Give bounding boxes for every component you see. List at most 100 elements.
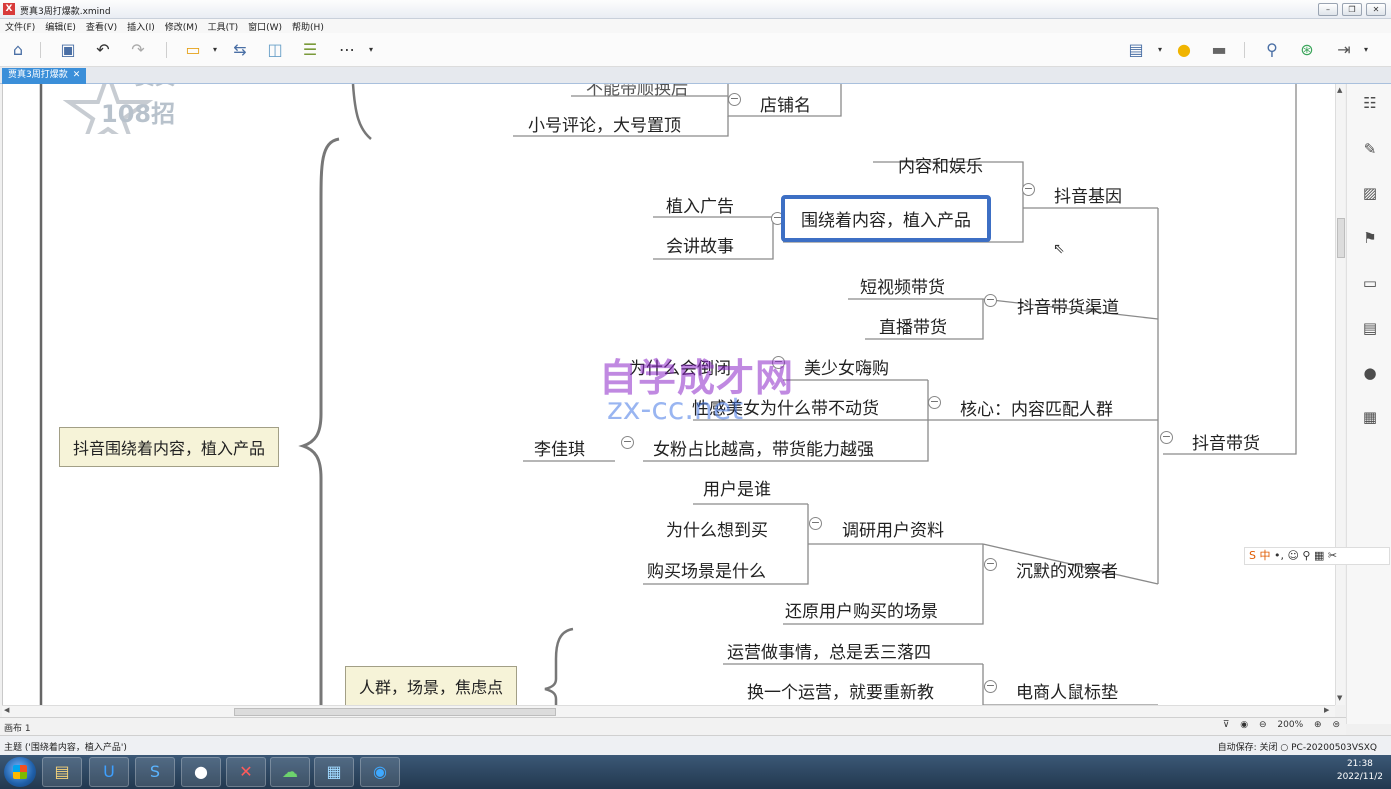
close-button[interactable]: ✕ [1366,3,1386,16]
scroll-right-icon[interactable]: ▶ [1324,706,1329,714]
close-tab-icon[interactable]: ✕ [73,70,81,80]
presentation-dropdown-icon[interactable]: ▾ [1150,40,1170,60]
start-button[interactable] [4,757,36,787]
share-icon[interactable]: ⊛ [1297,40,1317,60]
eye-icon[interactable]: ◉ [1240,720,1248,730]
topic-li-jiaqi[interactable]: 李佳琪 [534,435,585,460]
topic-main-box[interactable]: 抖音围绕着内容，植入产品 [59,427,280,467]
collapse-icon[interactable]: − [728,93,741,106]
topic-douyin-gene[interactable]: 抖音基因 [1054,182,1122,207]
scroll-up-icon[interactable]: ▲ [1337,86,1342,94]
undo-icon[interactable]: ↶ [93,40,113,60]
collapse-icon[interactable]: − [984,680,997,693]
vertical-scroll-thumb[interactable] [1337,218,1345,258]
topic-shop-name[interactable]: 店铺名 [760,91,811,116]
menu-modify[interactable]: 修改(M) [160,19,203,34]
topic-dropdown-icon[interactable]: ▾ [205,40,225,60]
mindmap-canvas[interactable]: 贾真 108招 不能带顺换后 − 店铺名 小号评论，大号置顶 内容和娱乐 − 抖… [2,84,1335,705]
wechat-taskbar-icon[interactable]: ☁ [270,757,310,787]
menu-file[interactable]: 文件(F) [0,19,40,34]
topic-implant-ad[interactable]: 植入广告 [666,192,734,217]
topic-selected[interactable]: 围绕着内容，植入产品 [781,195,991,242]
menu-insert[interactable]: 插入(I) [122,19,160,34]
topic-douyin-sales[interactable]: 抖音带货 [1192,429,1260,454]
zoom-out-icon[interactable]: ⊖ [1259,720,1267,730]
horizontal-scroll-thumb[interactable] [234,708,556,716]
format-brush-icon[interactable]: ✎ [1361,140,1379,158]
topic-scene[interactable]: 购买场景是什么 [647,557,766,582]
topic-cut-top[interactable]: 不能带顺换后 [586,84,688,99]
task-app-taskbar-icon[interactable]: ◉ [360,757,400,787]
topic-change-ops[interactable]: 换一个运营，就要重新教 [747,678,934,703]
more-icon[interactable]: ⋯ [337,40,357,60]
ime-tools-icon[interactable]: •, ☺ ⚲ ▦ ✂ [1274,549,1337,562]
idea-icon[interactable]: ● [1174,40,1194,60]
export-dropdown-icon[interactable]: ▾ [1356,40,1376,60]
collapse-icon[interactable]: − [621,436,634,449]
menu-tools[interactable]: 工具(T) [203,19,244,34]
image-icon[interactable]: ▨ [1361,184,1379,202]
scroll-down-icon[interactable]: ▼ [1337,694,1342,702]
topic-small-comment[interactable]: 小号评论，大号置顶 [528,111,681,136]
boundary-icon[interactable]: ◫ [265,40,285,60]
filter-icon[interactable]: ⊽ [1223,720,1230,730]
topic-channels[interactable]: 抖音带货渠道 [1017,293,1119,318]
menu-window[interactable]: 窗口(W) [243,19,287,34]
vertical-scrollbar[interactable]: ▲ ▼ [1335,84,1345,705]
topic-observer[interactable]: 沉默的观察者 [1016,557,1118,582]
marker-flag-icon[interactable]: ⚑ [1361,229,1379,247]
collapse-icon[interactable]: − [1022,183,1035,196]
notepad-taskbar-icon[interactable]: ▦ [314,757,354,787]
sheet-tab[interactable]: 画布 1 [4,721,31,734]
qq-taskbar-icon[interactable]: ● [181,757,221,787]
menu-help[interactable]: 帮助(H) [287,19,329,34]
topic-live[interactable]: 直播带货 [879,313,947,338]
explorer-taskbar-icon[interactable]: ▤ [42,757,82,787]
ime-mode-label[interactable]: 中 [1259,549,1270,562]
collapse-icon[interactable]: − [1160,431,1173,444]
collapse-icon[interactable]: − [984,294,997,307]
minimize-button[interactable]: – [1318,3,1338,16]
ime-toolbar[interactable]: S 中 •, ☺ ⚲ ▦ ✂ [1244,547,1390,565]
search-icon[interactable]: ⚲ [1262,40,1282,60]
collapse-icon[interactable]: − [928,396,941,409]
zoom-level[interactable]: 200% [1277,720,1303,730]
collapse-icon[interactable]: − [809,517,822,530]
text-format-icon[interactable]: ▭ [1361,274,1379,292]
topic-research[interactable]: 调研用户资料 [842,516,944,541]
xmind-taskbar-icon[interactable]: ✕ [226,757,266,787]
more-dropdown-icon[interactable]: ▾ [361,40,381,60]
outline-tree-icon[interactable]: ☷ [1361,94,1379,112]
save-icon[interactable]: ▣ [58,40,78,60]
topic-content-entertain[interactable]: 内容和娱乐 [898,152,983,177]
menu-edit[interactable]: 编辑(E) [40,19,81,34]
comment-icon[interactable]: ● [1361,364,1379,382]
topic-ops-mess[interactable]: 运营做事情，总是丢三落四 [727,638,931,663]
topic-female-fans[interactable]: 女粉占比越高，带货能力越强 [653,435,874,460]
topic-restore-scene[interactable]: 还原用户购买的场景 [785,597,938,622]
outline-icon[interactable]: ▬ [1209,40,1229,60]
topic-beauty[interactable]: 美少女嗨购 [804,354,889,379]
sogou-browser-taskbar-icon[interactable]: S [135,757,175,787]
topic-mousepad[interactable]: 电商人鼠标垫 [1016,678,1118,703]
topic-crowd-box[interactable]: 人群，场景，焦虑点 [345,666,518,705]
topic-core[interactable]: 核心：内容匹配人群 [960,395,1113,420]
document-tab[interactable]: 贾真3周打爆款 ✕ [2,68,87,84]
export-icon[interactable]: ⇥ [1334,40,1354,60]
topic-why-buy[interactable]: 为什么想到买 [666,516,768,541]
collapse-icon[interactable]: − [984,558,997,571]
home-icon[interactable]: ⌂ [8,40,28,60]
redo-icon[interactable]: ↷ [128,40,148,60]
menu-view[interactable]: 查看(V) [81,19,122,34]
relationship-icon[interactable]: ⇆ [230,40,250,60]
topic-who[interactable]: 用户是谁 [703,475,771,500]
fit-icon[interactable]: ⊜ [1332,720,1340,730]
task-clipboard-icon[interactable]: ▦ [1361,408,1379,426]
restore-button[interactable]: ❐ [1342,3,1362,16]
clock[interactable]: 21:38 2022/11/2 [1337,758,1383,784]
notes-icon[interactable]: ▤ [1361,319,1379,337]
topic-short-video[interactable]: 短视频带货 [860,273,945,298]
uu-booster-taskbar-icon[interactable]: U [89,757,129,787]
summary-icon[interactable]: ☰ [300,40,320,60]
topic-icon[interactable]: ▭ [183,40,203,60]
